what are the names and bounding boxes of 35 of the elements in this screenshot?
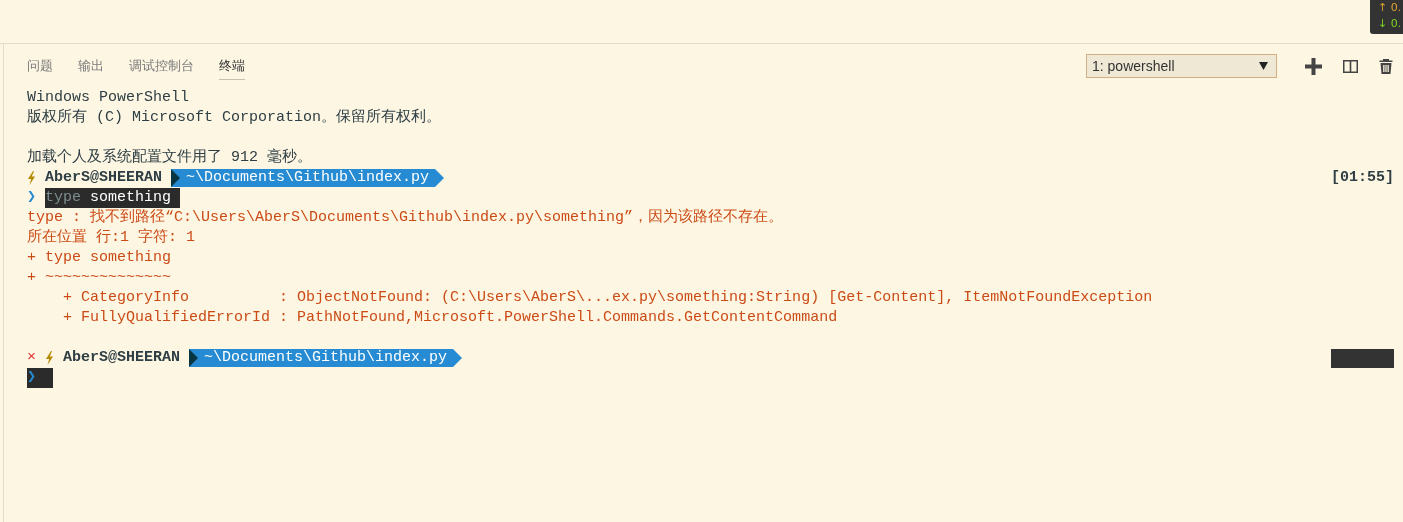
error-output-line: + CategoryInfo : ObjectNotFound: (C:\Users\AberS\...ex.py\something:String) [Get-Content], ItemNotFoundException [62,288,1153,308]
prompt-path-segment: ~\Documents\Github\index.py [189,349,463,367]
separator-arrow-icon [453,349,463,367]
panel-tab[interactable]: 终端 [219,52,245,80]
prompt-user-host: AberS@SHEERAN [63,348,181,368]
upload-speed: ↑ 0. [1378,0,1403,16]
prompt-time: [01:55] [1331,168,1394,188]
panel-tab[interactable]: 问题 [27,52,53,80]
terminal-output-line: 加载个人及系统配置文件用了 912 毫秒。 [27,148,312,168]
download-speed: ↓ 0. [1378,16,1403,32]
terminal-output-line: 版权所有 (C) Microsoft Corporation。保留所有权利。 [27,108,442,128]
panel-tab[interactable]: 输出 [78,52,104,80]
plus-icon[interactable] [1305,57,1322,75]
prompt-user-host: AberS@SHEERAN [45,168,163,188]
prompt-chevron: ❯ [27,188,37,208]
terminal-output-line: Windows PowerShell [27,88,190,108]
separator-arrow-icon [171,169,181,187]
error-output-line: type : 找不到路径“C:\Users\AberS\Documents\Github\index.py\something”，因为该路径不存在。 [27,208,784,228]
error-output-line: + FullyQualifiedErrorId : PathNotFound,Microsoft.PowerShell.Commands.GetContentCommand [62,308,838,328]
prompt-cursor: ❯ [27,368,53,388]
error-status-mark: × [27,348,36,368]
caret-icon [1259,62,1268,70]
split-icon[interactable] [1342,58,1359,74]
separator-arrow-icon [189,349,199,367]
separator-arrow-icon [435,169,445,187]
error-output-line: + ~~~~~~~~~~~~~~ [27,268,172,288]
terminal-select[interactable]: 1: powershell [1086,54,1277,78]
lightning-icon [45,351,54,365]
prompt-path-segment: ~\Documents\Github\index.py [171,169,445,187]
error-output-line: + type something [27,248,172,268]
error-output-line: 所在位置 行:1 字符: 1 [27,228,195,248]
lightning-icon [27,171,36,185]
terminal-select-value: 1: powershell [1092,58,1175,74]
panel-tab[interactable]: 调试控制台 [129,52,194,80]
trash-icon[interactable] [1379,58,1393,74]
